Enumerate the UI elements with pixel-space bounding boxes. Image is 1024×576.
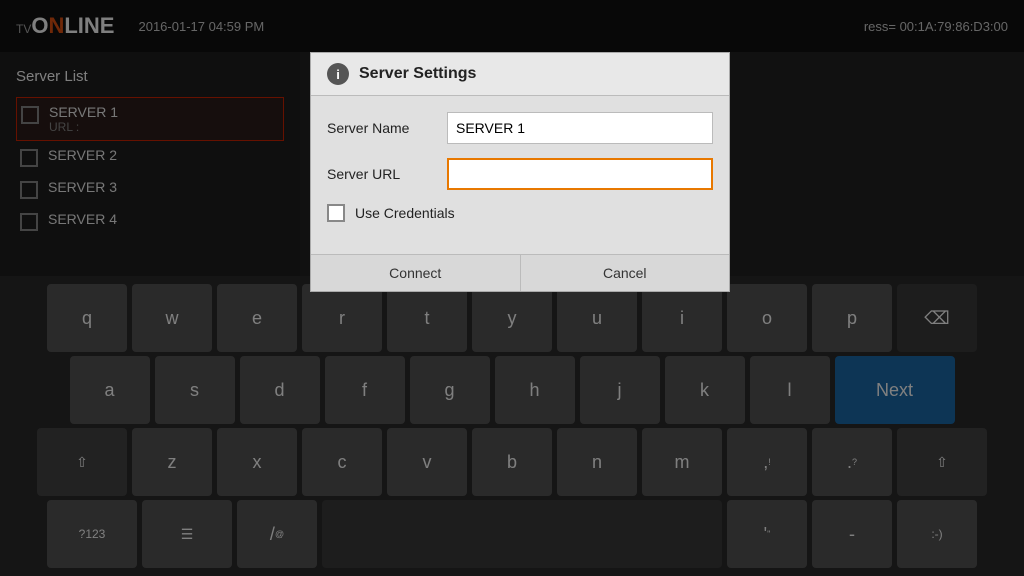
server-url-input[interactable]	[447, 158, 713, 190]
server-name-input[interactable]	[447, 112, 713, 144]
credentials-checkbox[interactable]	[327, 204, 345, 222]
server-name-label: Server Name	[327, 120, 447, 136]
credentials-label: Use Credentials	[355, 205, 455, 221]
server-url-row: Server URL	[327, 158, 713, 190]
modal-footer: Connect Cancel	[311, 254, 729, 291]
server-name-row: Server Name	[327, 112, 713, 144]
modal-header: i Server Settings	[311, 53, 729, 96]
info-icon: i	[327, 63, 349, 85]
connect-button[interactable]: Connect	[311, 255, 521, 291]
cancel-button[interactable]: Cancel	[521, 255, 730, 291]
server-settings-modal: i Server Settings Server Name Server URL…	[310, 52, 730, 292]
modal-body: Server Name Server URL Use Credentials	[311, 96, 729, 254]
modal-title: Server Settings	[359, 65, 476, 83]
server-url-label: Server URL	[327, 166, 447, 182]
credentials-row: Use Credentials	[327, 204, 713, 222]
